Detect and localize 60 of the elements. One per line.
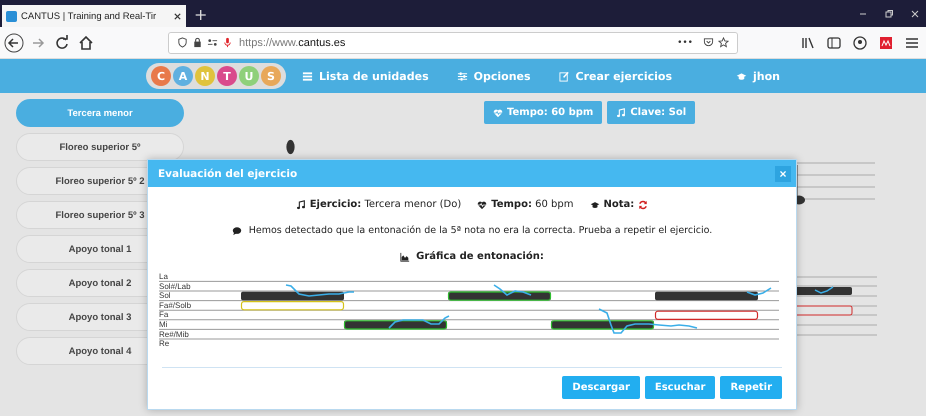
pitch-label: La xyxy=(159,272,168,282)
nav-link[interactable]: jhon xyxy=(736,70,780,82)
logo-letter: S xyxy=(261,66,281,86)
nav-link[interactable]: Crear ejercicios xyxy=(558,70,672,82)
exercise-button[interactable]: Floreo superior 5º xyxy=(16,133,184,161)
exercise-info: Ejercicio: Tercera menor (Do) xyxy=(310,199,462,210)
close-button[interactable]: × xyxy=(775,166,791,182)
chart-title: Gráfica de entonación: xyxy=(416,251,544,262)
refresh-icon xyxy=(638,200,648,210)
dialog-button[interactable]: Repetir xyxy=(720,376,782,399)
pitch-curve xyxy=(286,284,354,297)
sliders-icon xyxy=(456,70,468,82)
microphone-icon xyxy=(222,37,233,48)
nav-link[interactable]: Lista de unidades xyxy=(302,70,429,82)
logo-letter: A xyxy=(173,66,193,86)
pitch-label: Fa xyxy=(159,310,168,320)
nav-link[interactable]: Opciones xyxy=(456,70,531,82)
heartbeat-icon xyxy=(477,200,488,210)
pitch-label: Re#/Mib xyxy=(159,330,189,340)
area-chart-icon xyxy=(400,252,410,262)
pitch-curve xyxy=(388,315,450,329)
shield-icon xyxy=(177,37,188,48)
address-bar[interactable]: https://www.cantus.es ••• xyxy=(168,32,738,54)
star-icon[interactable] xyxy=(718,37,729,48)
close-icon[interactable] xyxy=(173,12,182,20)
music-note-icon xyxy=(616,108,626,118)
dialog-button[interactable]: Escuchar xyxy=(644,376,716,399)
site-icon xyxy=(6,10,17,22)
logo-letter: C xyxy=(151,66,171,86)
music-note-icon xyxy=(296,200,306,210)
logo-letter: U xyxy=(239,66,259,86)
evaluation-message: Hemos detectado que la entonación de la 5ª nota no era la correcta. Prueba a repetir el ejercicio. xyxy=(248,225,712,236)
grade-label: Nota: xyxy=(604,199,634,210)
pitch-label: Re xyxy=(159,339,170,349)
graduation-cap-icon xyxy=(590,200,600,210)
pitch-curve xyxy=(746,287,772,296)
tempo-info: Tempo: 60 bpm xyxy=(491,199,574,210)
heartbeat-icon xyxy=(493,108,503,118)
more-actions[interactable]: ••• xyxy=(677,38,693,48)
dialog-button[interactable]: Descargar xyxy=(562,376,640,399)
edit-icon xyxy=(558,70,570,82)
restore-icon[interactable] xyxy=(884,8,894,18)
new-tab-button[interactable]: + xyxy=(194,5,208,24)
logo[interactable]: C A N T U S xyxy=(146,63,286,89)
pitch-curve xyxy=(494,284,532,296)
list-icon xyxy=(302,70,313,82)
note-head-icon xyxy=(286,139,295,155)
pocket-icon[interactable] xyxy=(703,37,714,48)
clef-button[interactable]: Clave: Sol xyxy=(607,101,696,124)
comment-icon xyxy=(232,226,242,236)
exercise-button[interactable]: Tercera menor xyxy=(16,99,184,127)
graduation-cap-icon xyxy=(736,70,747,82)
pitch-label: Mi xyxy=(159,320,168,330)
logo-letter: T xyxy=(217,66,237,86)
logo-letter: N xyxy=(195,66,215,86)
tempo-button[interactable]: Tempo: 60 bpm xyxy=(484,101,602,124)
url-text: https://www.cantus.es xyxy=(239,36,346,48)
back-icon[interactable] xyxy=(4,32,24,52)
permissions-icon xyxy=(207,37,218,48)
lock-icon xyxy=(192,37,203,48)
